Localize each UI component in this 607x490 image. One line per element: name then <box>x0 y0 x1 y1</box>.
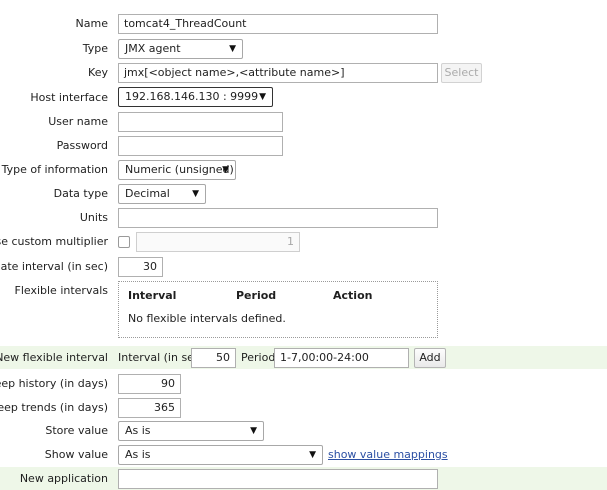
user-name-label: User name <box>48 115 108 128</box>
custom-multiplier-input[interactable]: 1 <box>136 232 300 252</box>
dropdown-arrow-icon: ▼ <box>250 426 257 436</box>
key-select-button[interactable]: Select <box>441 63 482 83</box>
host-interface-value: 192.168.146.130 : 9999 <box>125 90 259 103</box>
data-type-value: Decimal <box>125 187 170 200</box>
type-select[interactable]: JMX agent ▼ <box>118 39 243 59</box>
type-label: Type <box>82 42 108 55</box>
key-input[interactable]: jmx[<object name>,<attribute name>] <box>118 63 438 83</box>
add-interval-button[interactable]: Add <box>414 348 446 368</box>
dropdown-arrow-icon: ▼ <box>192 189 199 199</box>
flexible-intervals-empty-message: No flexible intervals defined. <box>128 312 286 325</box>
column-header-action: Action <box>333 289 373 302</box>
show-value-mappings-link[interactable]: show value mappings <box>328 448 448 462</box>
key-label: Key <box>88 66 108 79</box>
column-header-period: Period <box>236 289 277 302</box>
user-name-input[interactable] <box>118 112 283 132</box>
dropdown-arrow-icon: ▼ <box>229 44 236 54</box>
custom-multiplier-label: Use custom multiplier <box>0 235 108 248</box>
host-interface-select[interactable]: 192.168.146.130 : 9999 ▼ <box>118 87 273 107</box>
show-value-value: As is <box>125 448 151 461</box>
dropdown-arrow-icon: ▼ <box>309 450 316 460</box>
keep-history-label: Keep history (in days) <box>0 377 108 390</box>
update-interval-input[interactable]: 30 <box>118 257 163 277</box>
dropdown-arrow-icon: ▼ <box>259 92 266 102</box>
update-interval-label: Update interval (in sec) <box>0 260 108 273</box>
show-value-select[interactable]: As is ▼ <box>118 445 323 465</box>
data-type-label: Data type <box>53 187 108 200</box>
keep-trends-label: Keep trends (in days) <box>0 401 108 414</box>
host-interface-label: Host interface <box>30 91 108 104</box>
type-select-value: JMX agent <box>125 42 181 55</box>
type-of-information-value: Numeric (unsigned) <box>125 163 234 176</box>
flexible-interval-input[interactable]: 50 <box>191 348 236 368</box>
flexible-intervals-label: Flexible intervals <box>14 284 109 297</box>
column-header-interval: Interval <box>128 289 177 302</box>
show-value-label: Show value <box>44 448 108 461</box>
type-of-information-label: Type of information <box>1 163 108 176</box>
new-application-input[interactable] <box>118 469 438 489</box>
password-label: Password <box>56 139 108 152</box>
units-input[interactable] <box>118 208 438 228</box>
type-of-information-select[interactable]: Numeric (unsigned) ▼ <box>118 160 236 180</box>
password-input[interactable] <box>118 136 283 156</box>
custom-multiplier-checkbox[interactable] <box>118 236 130 248</box>
dropdown-arrow-icon: ▼ <box>222 165 229 175</box>
keep-trends-input[interactable]: 365 <box>118 398 181 418</box>
new-flexible-interval-label: New flexible interval <box>0 351 108 364</box>
store-value-label: Store value <box>45 424 108 437</box>
units-label: Units <box>79 211 108 224</box>
keep-history-input[interactable]: 90 <box>118 374 181 394</box>
name-input[interactable]: tomcat4_ThreadCount <box>118 14 438 34</box>
period-input[interactable]: 1-7,00:00-24:00 <box>274 348 409 368</box>
flexible-intervals-table: Interval Period Action No flexible inter… <box>118 281 438 338</box>
name-label: Name <box>75 17 108 30</box>
period-label: Period <box>241 351 276 364</box>
store-value-select[interactable]: As is ▼ <box>118 421 264 441</box>
data-type-select[interactable]: Decimal ▼ <box>118 184 206 204</box>
new-application-label: New application <box>19 472 108 485</box>
store-value-value: As is <box>125 424 151 437</box>
